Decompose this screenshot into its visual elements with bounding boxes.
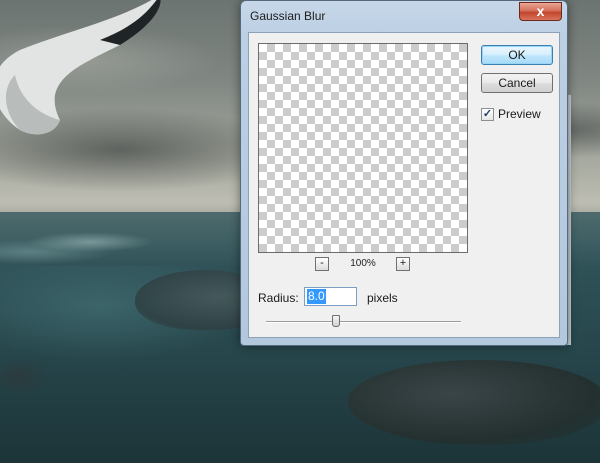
radius-input[interactable]: 8.0	[304, 287, 357, 306]
radius-label: Radius:	[258, 291, 299, 305]
preview-label: Preview	[498, 107, 541, 121]
dialog-title: Gaussian Blur	[250, 9, 326, 23]
radius-slider-thumb[interactable]	[332, 315, 341, 327]
fish	[0, 360, 48, 394]
close-icon: x	[536, 3, 545, 19]
cancel-button[interactable]: Cancel	[481, 73, 553, 93]
gaussian-blur-dialog: Gaussian Blur x - 100% + OK Cancel ✓ Pre…	[240, 0, 568, 346]
minus-icon: -	[320, 257, 324, 269]
ok-button[interactable]: OK	[481, 45, 553, 65]
radius-unit-label: pixels	[367, 291, 398, 305]
radius-slider-track[interactable]	[266, 321, 461, 323]
zoom-level: 100%	[350, 258, 376, 269]
close-button[interactable]: x	[519, 2, 562, 21]
checkmark-icon: ✓	[482, 107, 493, 120]
whale-shark-right	[348, 360, 600, 445]
plus-icon: +	[399, 257, 407, 269]
title-bar[interactable]: Gaussian Blur x	[241, 1, 567, 29]
zoom-in-button[interactable]: +	[396, 257, 410, 271]
radius-value: 8.0	[307, 289, 326, 304]
preview-checkbox[interactable]: ✓	[481, 107, 494, 121]
zoom-out-button[interactable]: -	[315, 257, 329, 271]
dialog-body: - 100% + OK Cancel ✓ Preview Radius: 8.0…	[248, 32, 560, 338]
preview-canvas[interactable]	[258, 43, 468, 253]
preview-toggle[interactable]: ✓ Preview	[481, 106, 541, 122]
seagull-wing	[0, 0, 161, 135]
